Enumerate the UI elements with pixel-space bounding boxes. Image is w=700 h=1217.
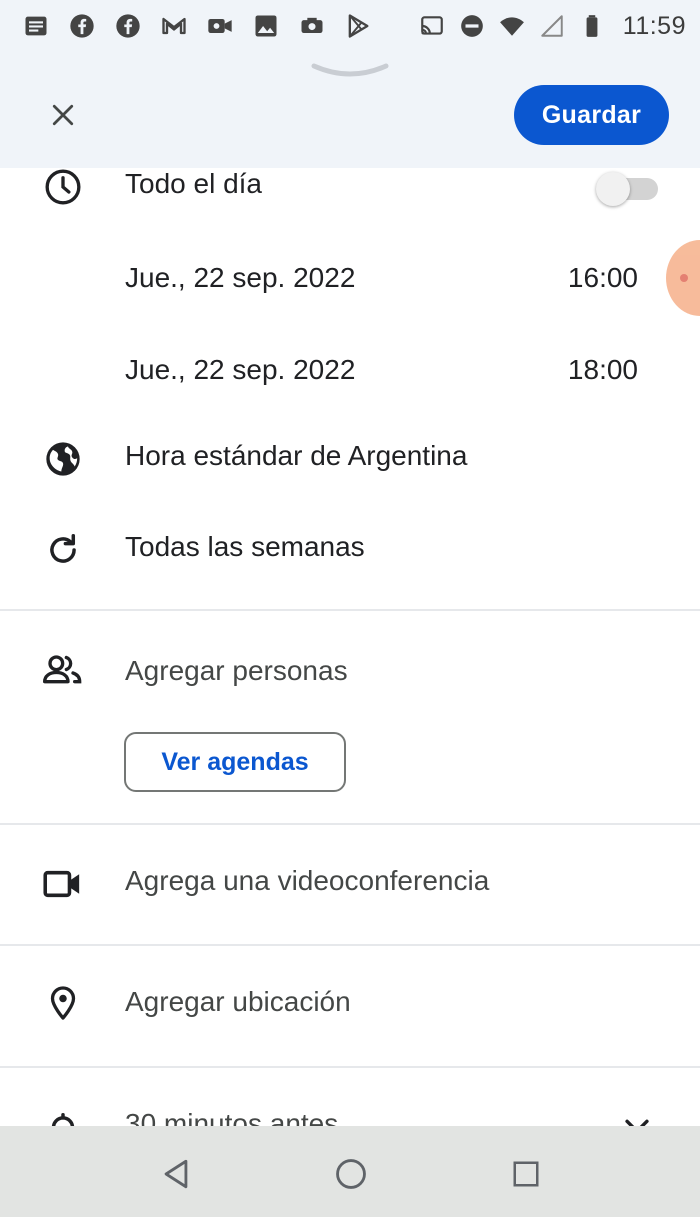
end-time[interactable]: 18:00 <box>568 354 638 386</box>
close-button[interactable] <box>38 90 88 140</box>
video-icon <box>40 861 86 907</box>
location-row[interactable]: Agregar ubicación <box>0 986 700 1024</box>
play-store-icon <box>348 14 369 38</box>
wifi-icon <box>499 17 524 36</box>
drag-handle-icon[interactable] <box>310 60 390 80</box>
start-time[interactable]: 16:00 <box>568 262 638 294</box>
divider <box>0 823 700 825</box>
clock: 11:59 <box>622 11 686 40</box>
toggle-thumb <box>596 172 630 206</box>
videoconference-row[interactable]: Agrega una videoconferencia <box>0 865 700 903</box>
people-icon <box>40 647 86 693</box>
signal-icon <box>541 15 563 37</box>
start-datetime-row: Jue., 22 sep. 2022 16:00 <box>0 260 700 296</box>
all-day-row[interactable]: Todo el día <box>0 168 700 206</box>
add-people-row[interactable]: Agregar personas <box>0 655 700 693</box>
notes-icon <box>25 16 47 36</box>
videoconference-label: Agrega una videoconferencia <box>125 865 490 896</box>
chevron-down-icon[interactable] <box>620 1110 654 1126</box>
facebook-icon <box>70 14 94 38</box>
status-bar: 11:59 <box>0 0 700 52</box>
back-button[interactable] <box>158 1156 194 1192</box>
start-date[interactable]: Jue., 22 sep. 2022 <box>125 262 355 294</box>
bell-icon <box>40 1106 86 1126</box>
timezone-label: Hora estándar de Argentina <box>125 440 468 471</box>
recurrence-label: Todas las semanas <box>125 531 365 562</box>
notification-label: 30 minutos antes <box>125 1108 339 1126</box>
battery-icon <box>586 15 598 37</box>
repeat-icon <box>40 527 86 573</box>
view-schedules-button[interactable]: Ver agendas <box>124 732 346 792</box>
all-day-toggle[interactable] <box>596 172 660 206</box>
recents-icon <box>513 1161 539 1187</box>
system-nav-bar <box>0 1126 700 1217</box>
camera-icon <box>301 17 323 33</box>
divider <box>0 1066 700 1068</box>
location-pin-icon <box>40 980 86 1026</box>
image-icon <box>255 15 277 37</box>
system-icons: 11:59 <box>419 12 686 41</box>
back-icon <box>164 1159 188 1189</box>
divider <box>0 944 700 946</box>
recents-button[interactable] <box>508 1156 544 1192</box>
save-button[interactable]: Guardar <box>514 85 669 145</box>
timezone-row[interactable]: Hora estándar de Argentina <box>0 440 700 478</box>
location-label: Agregar ubicación <box>125 986 351 1017</box>
recurrence-row[interactable]: Todas las semanas <box>0 531 700 569</box>
event-form: Todo el día Jue., 22 sep. 2022 16:00 Jue… <box>0 168 700 1126</box>
end-datetime-row: Jue., 22 sep. 2022 18:00 <box>0 352 700 388</box>
cast-icon <box>420 16 443 35</box>
add-people-label: Agregar personas <box>125 655 348 686</box>
video-camera-icon <box>208 19 232 33</box>
facebook-icon <box>116 14 140 38</box>
notification-row[interactable]: 30 minutos antes <box>0 1108 700 1126</box>
all-day-label: Todo el día <box>125 168 262 199</box>
home-button[interactable] <box>333 1156 369 1192</box>
globe-icon <box>40 436 86 482</box>
do-not-disturb-icon <box>460 15 483 37</box>
touch-indicator <box>666 240 700 316</box>
gmail-icon <box>162 17 186 35</box>
notification-icons <box>22 12 372 40</box>
home-icon <box>336 1159 366 1189</box>
divider <box>0 609 700 611</box>
end-date[interactable]: Jue., 22 sep. 2022 <box>125 354 355 386</box>
clock-icon <box>40 168 86 210</box>
editor-header: Guardar <box>0 52 700 168</box>
close-icon <box>52 104 74 126</box>
